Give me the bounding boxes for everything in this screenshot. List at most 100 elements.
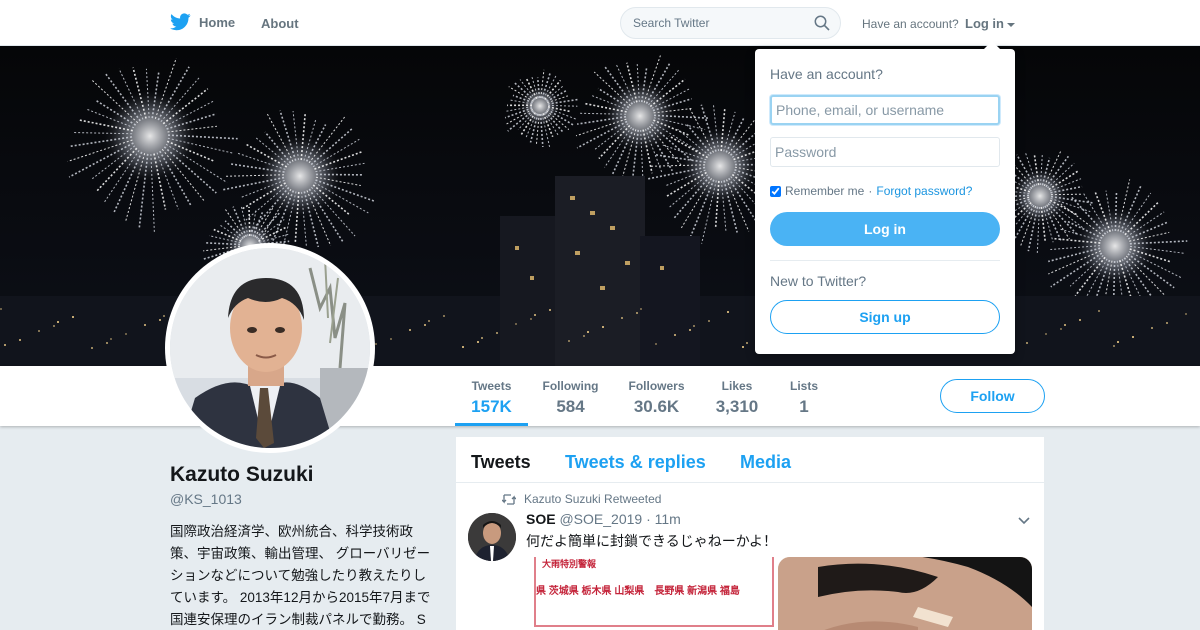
stat-followers-value: 30.6K: [633, 397, 680, 416]
timeline: Tweets Tweets & replies Media Kazuto Suz…: [456, 437, 1044, 630]
username-input[interactable]: [770, 95, 1000, 125]
city-light: [91, 347, 93, 349]
city-light: [746, 342, 748, 344]
stat-tweets-label: Tweets: [471, 379, 512, 393]
firework-glow: [256, 132, 344, 220]
city-light: [1026, 342, 1028, 344]
caret-down-icon: [1007, 22, 1015, 27]
stat-likes[interactable]: Likes 3,310: [707, 379, 767, 426]
city-light: [636, 312, 638, 314]
city-light: [53, 325, 55, 327]
firework-glow: [1009, 165, 1071, 227]
city-light: [1166, 322, 1168, 324]
city-light: [1132, 336, 1134, 338]
top-nav: Home About Have an account? Log in: [0, 0, 1200, 46]
city-light: [428, 320, 430, 322]
tweet-time[interactable]: · 11m: [646, 511, 681, 527]
nav-home-label: Home: [199, 14, 236, 30]
password-input[interactable]: [770, 137, 1000, 167]
city-light: [72, 316, 74, 318]
city-light: [708, 320, 710, 322]
login-dropdown: Have an account? Remember me · Forgot pa…: [755, 41, 1015, 354]
follow-button[interactable]: Follow: [940, 379, 1045, 413]
tweet-more-chevron-icon[interactable]: [1018, 517, 1030, 525]
have-account-text: Have an account?: [862, 17, 959, 31]
city-light: [159, 319, 161, 321]
city-light: [742, 346, 744, 348]
city-light: [477, 341, 479, 343]
tweet-author-avatar[interactable]: [468, 513, 516, 561]
city-light: [1113, 345, 1115, 347]
warning-header-text: 大雨特別警報: [542, 559, 597, 569]
tweet-author-name[interactable]: SOE: [526, 511, 556, 527]
city-light: [587, 331, 589, 333]
login-toggle-label: Log in: [965, 16, 1004, 31]
search-box[interactable]: [620, 7, 841, 39]
tweet-media-right[interactable]: [778, 557, 1032, 630]
remember-me-label[interactable]: Remember me: [785, 184, 864, 198]
twitter-bird-icon: [170, 13, 191, 31]
stat-following-label: Following: [542, 379, 599, 393]
stat-following[interactable]: Following 584: [538, 379, 603, 426]
city-light: [689, 329, 691, 331]
login-submit-button[interactable]: Log in: [770, 212, 1000, 246]
city-light: [443, 315, 445, 317]
city-light: [481, 337, 483, 339]
city-light: [144, 324, 146, 326]
city-light: [655, 343, 657, 345]
city-light: [0, 308, 2, 310]
retweet-context: Kazuto Suzuki Retweeted: [502, 492, 661, 506]
firework-glow: [678, 124, 762, 208]
city-light: [1185, 313, 1187, 315]
tweet-media-left[interactable]: 大雨特別警報 県 茨城県 栃木県 山梨県 長野県 新潟県 福島: [534, 557, 774, 630]
tweet-item[interactable]: Kazuto Suzuki Retweeted SOE @SOE_2019 · …: [456, 437, 1044, 630]
signup-button[interactable]: Sign up: [770, 300, 1000, 334]
login-dropdown-toggle[interactable]: Log in: [965, 16, 1015, 31]
remember-me-checkbox[interactable]: [770, 185, 781, 197]
stat-lists[interactable]: Lists 1: [784, 379, 824, 426]
tweet-avatar-image: [468, 513, 516, 561]
city-light: [1060, 328, 1062, 330]
stat-likes-value: 3,310: [715, 397, 759, 416]
city-light: [1117, 341, 1119, 343]
search-input[interactable]: [633, 16, 803, 30]
login-dropdown-title: Have an account?: [770, 66, 883, 82]
stat-likes-label: Likes: [721, 379, 753, 393]
city-light: [19, 339, 21, 341]
nav-home-link[interactable]: Home: [170, 13, 235, 31]
city-light: [640, 308, 642, 310]
city-light: [621, 317, 623, 319]
search-icon[interactable]: [814, 15, 830, 31]
tweet-photo-image: [778, 557, 1032, 630]
dropdown-divider: [770, 260, 1000, 261]
city-light: [4, 344, 6, 346]
city-light: [57, 321, 59, 323]
profile-avatar[interactable]: [165, 243, 375, 453]
profile-name: Kazuto Suzuki: [170, 463, 314, 486]
retweet-context-text[interactable]: Kazuto Suzuki Retweeted: [524, 492, 661, 506]
stat-tweets[interactable]: Tweets 157K: [455, 379, 528, 426]
city-light: [496, 332, 498, 334]
city-light: [515, 323, 517, 325]
profile-handle[interactable]: @KS_1013: [170, 491, 242, 507]
city-light: [1151, 327, 1153, 329]
city-light: [125, 333, 127, 335]
stat-tweets-value: 157K: [471, 397, 512, 416]
tweet-header: SOE @SOE_2019 · 11m: [526, 511, 681, 527]
nav-about-link[interactable]: About: [261, 16, 299, 31]
stat-followers[interactable]: Followers 30.6K: [623, 379, 690, 426]
city-light: [1064, 324, 1066, 326]
city-light: [106, 342, 108, 344]
tweet-author-handle[interactable]: @SOE_2019: [559, 511, 642, 527]
warning-prefectures-text: 県 茨城県 栃木県 山梨県 長野県 新潟県 福島: [536, 586, 740, 597]
new-to-twitter-text: New to Twitter?: [770, 273, 867, 289]
forgot-password-link[interactable]: Forgot password?: [876, 184, 972, 198]
dropdown-arrow: [984, 41, 1000, 49]
stat-followers-label: Followers: [628, 379, 685, 393]
city-light: [674, 334, 676, 336]
city-light: [390, 338, 392, 340]
city-light: [163, 315, 165, 317]
city-light: [534, 314, 536, 316]
remember-separator: ·: [868, 184, 873, 198]
tweet-text: 何だよ簡単に封鎖できるじゃねーかよ！: [526, 533, 778, 549]
